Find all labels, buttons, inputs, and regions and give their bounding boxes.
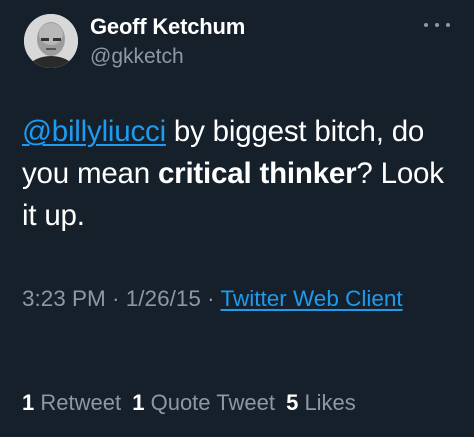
mention-link[interactable]: @billyliucci (22, 115, 166, 148)
author-display-name[interactable]: Geoff Ketchum (90, 14, 245, 40)
separator: · (200, 286, 221, 311)
separator: · (105, 286, 126, 311)
retweets-stat[interactable]: 1 Retweet (22, 390, 121, 415)
avatar[interactable] (24, 14, 78, 68)
ellipsis-icon[interactable] (424, 16, 450, 34)
author-handle[interactable]: @gkketch (90, 45, 184, 69)
likes-count: 5 (286, 390, 299, 415)
likes-label: Likes (304, 390, 356, 415)
retweets-label: Retweet (40, 390, 122, 415)
tweet-header: Geoff Ketchum @gkketch (22, 14, 452, 74)
dot (446, 23, 450, 27)
tweet-date[interactable]: 1/26/15 (126, 286, 201, 311)
quotes-stat[interactable]: 1 Quote Tweet (132, 390, 275, 415)
tweet-metadata: 3:23 PM · 1/26/15 · Twitter Web Client (22, 281, 462, 316)
likes-stat[interactable]: 5 Likes (286, 390, 356, 415)
engagement-stats: 1 Retweet 1 Quote Tweet 5 Likes (22, 390, 361, 416)
quotes-count: 1 (132, 390, 145, 415)
source-link[interactable]: Twitter Web Client (220, 286, 402, 311)
retweets-count: 1 (22, 390, 35, 415)
dot (435, 23, 439, 27)
dot (424, 23, 428, 27)
tweet-time[interactable]: 3:23 PM (22, 286, 106, 311)
quotes-label: Quote Tweet (150, 390, 275, 415)
tweet-bold-text: critical thinker (157, 157, 357, 190)
profile-photo-icon (24, 14, 78, 68)
tweet-text: @billyliucci by biggest bitch, do you me… (22, 111, 462, 237)
